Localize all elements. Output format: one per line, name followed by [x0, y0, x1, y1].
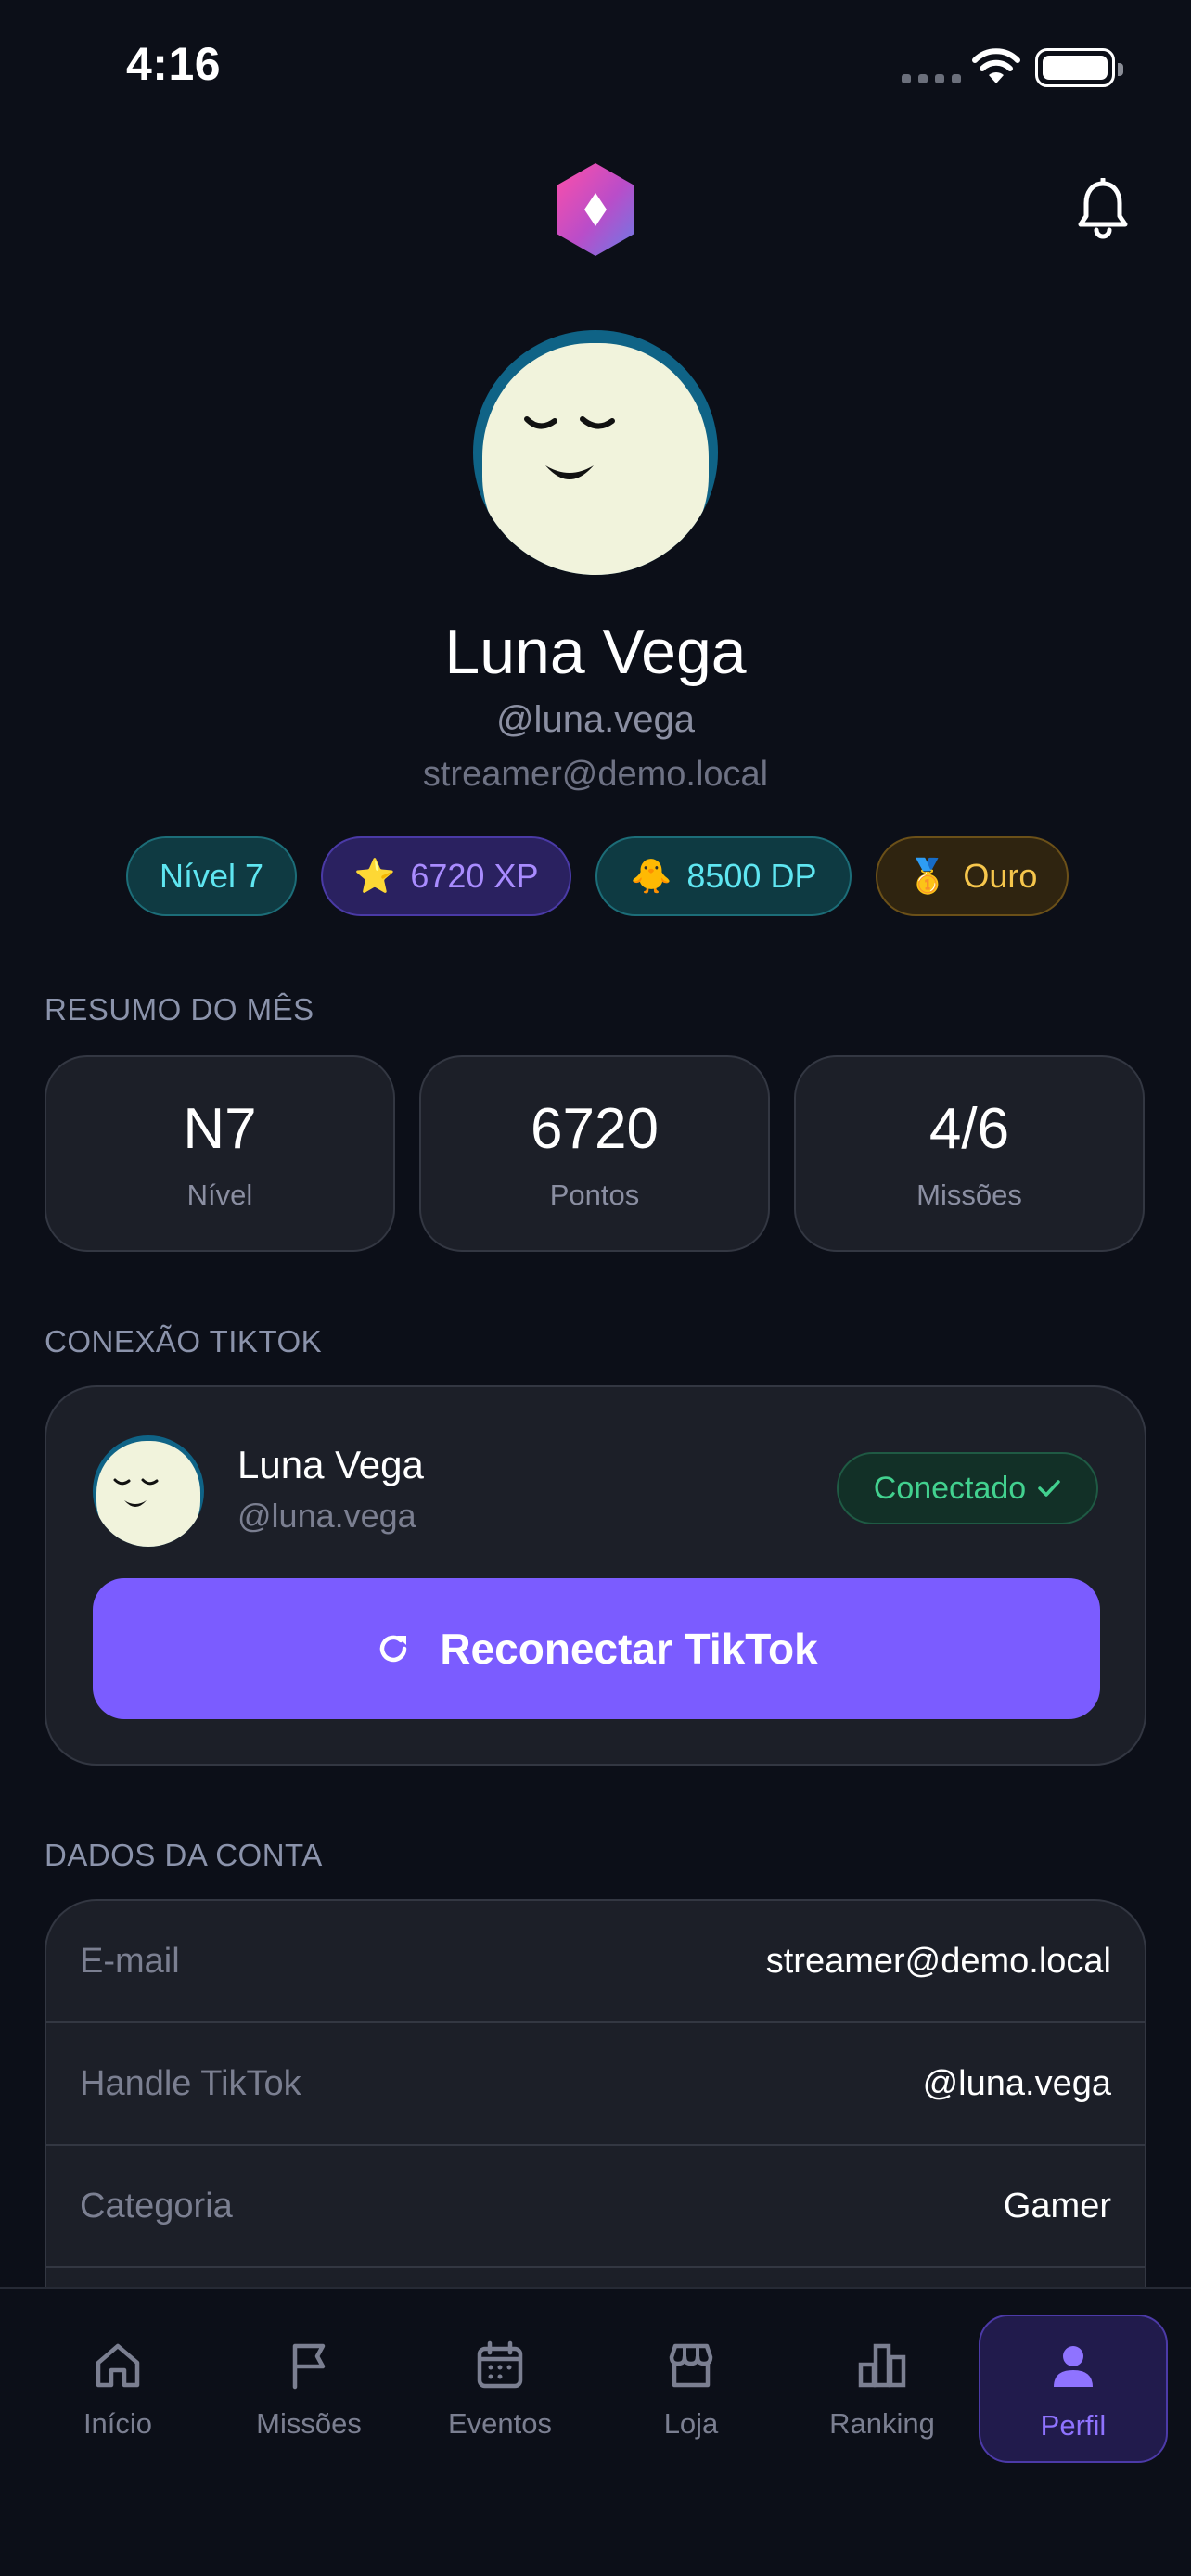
account-row-email: E-mail streamer@demo.local — [46, 1901, 1145, 2023]
tiktok-connection-card: Luna Vega @luna.vega Conectado Reconecta… — [45, 1385, 1146, 1766]
tab-eventos[interactable]: Eventos — [407, 2315, 593, 2463]
wifi-icon — [972, 48, 1020, 83]
stat-label: Nível — [186, 1178, 253, 1211]
tab-label: Início — [83, 2407, 153, 2440]
star-icon: ⭐ — [353, 857, 396, 895]
tab-ranking[interactable]: Ranking — [789, 2315, 975, 2463]
stat-label: Pontos — [549, 1178, 640, 1211]
tab-missoes[interactable]: Missões — [216, 2315, 402, 2463]
level-badge-label: Nível 7 — [159, 857, 264, 895]
account-row-category: Categoria Gamer — [46, 2146, 1145, 2268]
battery-icon — [1035, 48, 1123, 87]
dp-badge: 🐥 8500 DP — [596, 836, 852, 916]
account-row-value: streamer@demo.local — [765, 1941, 1111, 1981]
stat-card-missions: 4/6 Missões — [794, 1055, 1145, 1252]
stat-value: 4/6 — [928, 1096, 1010, 1161]
tab-label: Eventos — [447, 2407, 552, 2440]
calendar-icon — [477, 2340, 523, 2389]
account-row-value: Gamer — [1003, 2186, 1111, 2225]
profile-badges: Nível 7 ⭐ 6720 XP 🐥 8500 DP 🥇 Ouro — [126, 836, 1069, 916]
summary-stats: N7 Nível 6720 Pontos 4/6 Missões — [45, 1055, 1145, 1252]
status-time: 4:16 — [126, 38, 222, 90]
connection-status-label: Conectado — [873, 1470, 1027, 1506]
home-icon — [96, 2343, 140, 2388]
tier-badge: 🥇 Ouro — [876, 836, 1069, 916]
account-row-value: @luna.vega — [922, 2063, 1111, 2103]
dp-badge-label: 8500 DP — [686, 857, 817, 895]
tab-label: Loja — [663, 2407, 719, 2440]
tab-label: Missões — [256, 2407, 362, 2440]
profile-avatar — [473, 330, 718, 575]
store-icon — [669, 2343, 713, 2388]
account-row-key: Categoria — [80, 2186, 233, 2225]
xp-badge: ⭐ 6720 XP — [321, 836, 571, 916]
stat-card-level: N7 Nível — [45, 1055, 395, 1252]
tier-badge-label: Ouro — [963, 857, 1038, 895]
profile-name: Luna Vega — [444, 617, 747, 687]
tiktok-name: Luna Vega — [237, 1443, 424, 1486]
level-badge: Nível 7 — [126, 836, 297, 916]
account-section-label: DADOS DA CONTA — [45, 1838, 323, 1872]
account-row-key: Handle TikTok — [80, 2063, 301, 2103]
check-icon — [1038, 1480, 1060, 1497]
tab-label: Perfil — [1040, 2409, 1107, 2442]
xp-badge-label: 6720 XP — [410, 857, 539, 895]
tab-loja[interactable]: Loja — [598, 2315, 784, 2463]
stat-value: 6720 — [531, 1096, 659, 1161]
chick-icon: 🐥 — [630, 857, 672, 895]
stat-label: Missões — [916, 1178, 1022, 1211]
user-icon — [1054, 2346, 1093, 2387]
tab-perfil[interactable]: Perfil — [979, 2315, 1168, 2463]
bottom-tab-bar: Início Missões Eventos Loja Ranking Perf… — [0, 2287, 1191, 2576]
profile-email: streamer@demo.local — [422, 755, 769, 794]
stat-card-points: 6720 Pontos — [419, 1055, 770, 1252]
account-row-key: E-mail — [80, 1941, 180, 1981]
summary-section-label: RESUMO DO MÊS — [45, 992, 314, 1027]
reconnect-tiktok-button[interactable]: Reconectar TikTok — [93, 1578, 1100, 1719]
profile-handle: @luna.vega — [495, 699, 696, 740]
stat-value: N7 — [183, 1096, 257, 1161]
tiktok-section-label: CONEXÃO TIKTOK — [45, 1324, 323, 1358]
status-bar: 4:16 — [0, 0, 1191, 139]
cellular-signal-icon — [902, 74, 961, 83]
tiktok-avatar — [93, 1435, 204, 1547]
bell-icon[interactable] — [1076, 178, 1130, 239]
tab-inicio[interactable]: Início — [25, 2315, 211, 2463]
app-logo-icon — [557, 163, 634, 256]
tiktok-handle: @luna.vega — [237, 1497, 416, 1535]
connection-status-badge: Conectado — [837, 1452, 1098, 1524]
account-row-handle: Handle TikTok @luna.vega — [46, 2023, 1145, 2146]
flag-icon — [292, 2343, 326, 2390]
tab-label: Ranking — [829, 2407, 935, 2440]
medal-icon: 🥇 — [906, 857, 949, 895]
refresh-icon — [380, 1635, 407, 1663]
reconnect-button-label: Reconectar TikTok — [440, 1625, 818, 1673]
bar-chart-icon — [858, 2343, 906, 2388]
